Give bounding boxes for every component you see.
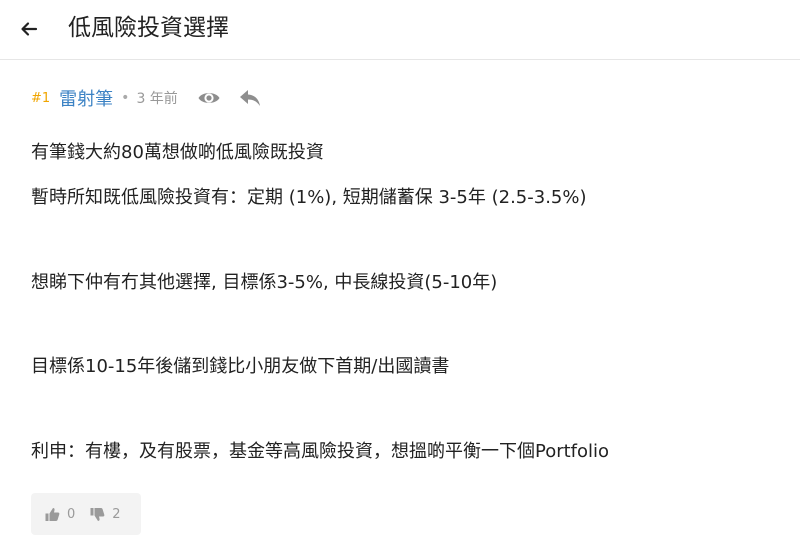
meta-separator: • [121, 90, 130, 106]
content-line: 目標係10-15年後儲到錢比小朋友做下首期/出國讀書 [31, 356, 450, 377]
author-link[interactable]: 雷射筆 [59, 85, 113, 111]
reply-icon[interactable] [237, 85, 263, 111]
back-button[interactable] [16, 16, 42, 42]
like-count: 0 [67, 506, 76, 522]
arrow-left-icon [21, 22, 38, 36]
content-line: 利申：有樓，及有股票，基金等高風險投資，想搵啲平衡一下個Portfolio [31, 441, 610, 462]
vote-box: 0 2 [31, 493, 141, 535]
post-time: 3 年前 [136, 91, 178, 107]
top-bar: 低風險投資選擇 [0, 0, 800, 60]
thumbs-down-icon [90, 507, 105, 521]
post-number: #1 [31, 90, 51, 106]
like-button[interactable]: 0 [44, 506, 75, 523]
eye-icon[interactable] [196, 85, 222, 111]
dislike-button[interactable]: 2 [89, 506, 121, 523]
content-line: 暫時所知既低風險投資有：定期 (1%), 短期儲蓄保 3-5年 (2.5-3.5… [31, 187, 587, 208]
dislike-count: 2 [112, 506, 121, 522]
thumbs-up-icon [45, 507, 60, 521]
content-line: 想睇下仲有冇其他選擇, 目標係3-5%, 中長線投資(5-10年) [31, 272, 498, 293]
content-line: 有筆錢大約80萬想做啲低風險既投資 [31, 142, 324, 163]
page-title: 低風險投資選擇 [68, 15, 229, 41]
post-meta: #1 雷射筆 • 3 年前 [31, 84, 263, 112]
